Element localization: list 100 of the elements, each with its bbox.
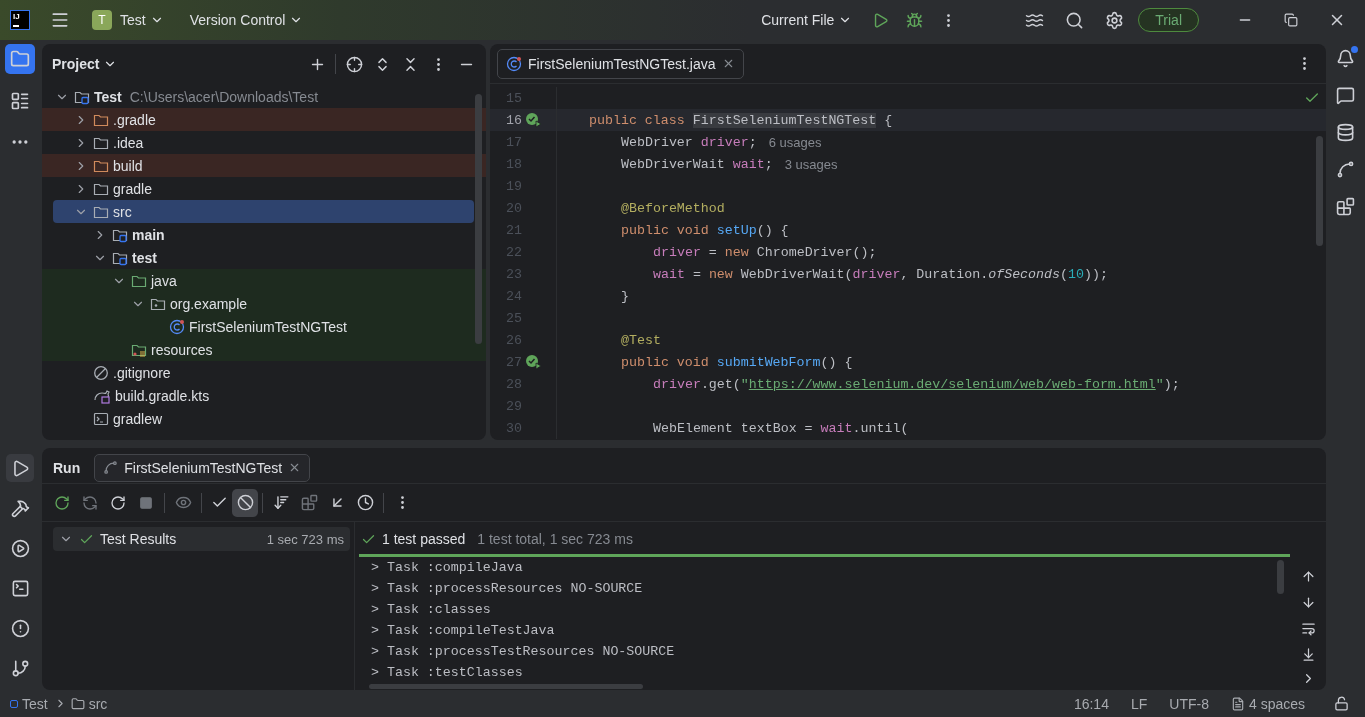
number-literal: 10 [1068,266,1084,282]
project-view-dropdown[interactable]: Project [52,56,118,72]
path-hint: C:\Users\acer\Downloads\Test [129,88,319,105]
project-tool-icon[interactable] [5,44,35,74]
console-line: > Task :processTestResources NO-SOURCE [371,643,675,661]
field-name: wait [820,420,853,436]
tree-item[interactable]: test [42,246,486,269]
trial-button[interactable]: Trial [1138,8,1199,32]
keyword: new [708,266,734,282]
code-text: )); [1083,266,1108,282]
run-test-icon[interactable] [525,354,543,370]
test-details: 1 test total, 1 sec 723 ms [477,531,633,547]
code-text: ( [1060,266,1068,282]
tree-item[interactable]: main [42,223,486,246]
run-title: Run [53,459,81,476]
code-text: ); [1163,376,1180,392]
tree-item[interactable]: gradlew [42,407,486,430]
field-name: driver [852,266,901,282]
show-ignored-icon[interactable] [232,488,258,517]
code-text: WebDriverWait [621,156,726,172]
console-line: > Task :compileTestJava [371,622,555,640]
code-text: WebElement textBox = [653,420,814,436]
ignore-icon [93,364,109,381]
run-config-dropdown[interactable]: Current File [755,6,859,34]
encoding[interactable]: UTF-8 [1163,695,1215,712]
code-text: WebDriverWait( [740,266,853,282]
code-text: .until( [852,420,909,436]
duration: 1 sec 723 ms [266,531,344,547]
code-text: .get( [700,376,741,392]
keyword: public void [621,222,710,238]
console-line: > Task :compileJava [371,559,523,577]
code-text: WebDriver [621,134,694,150]
method-name: submitWebForm [716,354,821,370]
console-line: > Task :processResources NO-SOURCE [371,580,643,598]
tree-item[interactable]: FirstSeleniumTestNGTest [42,315,486,338]
url-link[interactable]: https://www.selenium.dev/selenium/web/web-form.html [748,376,1156,392]
editor-tab[interactable]: FirstSeleniumTestNGTest.java [497,48,744,79]
scrollbar[interactable] [1316,136,1323,246]
tree-item[interactable]: src [53,200,474,223]
keyword: public void [621,354,710,370]
run-icon[interactable] [6,454,34,482]
tree-item[interactable]: .gitignore [42,361,486,384]
module-icon [10,699,18,708]
code-text: () { [756,222,789,238]
line-separator[interactable]: LF [1124,695,1154,712]
scrollbar[interactable] [475,94,482,344]
run-tab[interactable]: FirstSeleniumTestNGTest [94,453,311,482]
field-name: driver [700,134,749,150]
field-name: driver [653,244,701,260]
keyword: new [724,244,750,260]
string-quote: " [1155,376,1164,392]
test-summary: 1 test passed [382,531,466,547]
scrollbar[interactable] [1277,560,1284,594]
indent-setting[interactable]: 4 spaces [1224,695,1311,712]
code-text: , Duration. [900,266,989,282]
class-icon [169,318,185,335]
code-text: } [621,288,629,304]
tree-item[interactable]: org.example [42,292,486,315]
usages-hint[interactable]: 6 usages [768,134,822,150]
scrollbar[interactable] [369,684,643,689]
code-text: = [691,266,702,282]
code-text: ; [764,156,773,172]
console-line: > Task :classes [371,601,491,619]
breadcrumb-link[interactable]: Test [22,695,48,712]
tree-item[interactable]: build.gradle.kts [42,384,486,407]
line-number: 16 [505,112,522,128]
keyword: public class [589,112,686,128]
tree-item[interactable]: java [42,269,486,292]
code-text: ChromeDriver(); [756,244,877,260]
console-line: > Task :testClasses [371,664,523,682]
tree-item[interactable]: gradle [42,177,486,200]
code-text: ; [748,134,757,150]
field-name: wait [732,156,765,172]
tree-item[interactable]: build [42,154,486,177]
terminal-file-icon [93,410,109,427]
folder-icon [70,696,85,711]
class-name: FirstSeleniumTestNGTest [692,112,877,128]
code-text: () { [820,354,853,370]
caret-position[interactable]: 16:14 [1067,695,1115,712]
vcs-dropdown[interactable]: Version Control [183,6,310,34]
method-call: ofSeconds [988,266,1060,282]
tree-item[interactable]: resources [42,338,486,361]
app-logo: IJ [10,10,30,30]
field-name: wait [653,266,685,282]
annotation: @BeforeMethod [621,200,725,216]
method-name: setUp [716,222,757,238]
code-text: = [707,244,718,260]
project-badge: T [92,10,112,30]
breadcrumb-link[interactable]: src [88,695,108,712]
annotation: @Test [621,332,661,348]
test-results-item[interactable]: Test Results 1 sec 723 ms [53,527,350,551]
usages-hint[interactable]: 3 usages [784,156,838,172]
tree-item[interactable]: .gradle [42,108,486,131]
document-icon [1230,696,1245,711]
project-name-selector[interactable]: Test [114,6,170,34]
string-quote: " [740,376,749,392]
tree-item[interactable]: .idea [42,131,486,154]
code-text: { [883,112,893,128]
run-test-icon[interactable] [525,112,543,128]
tree-item[interactable]: Test C:\Users\acer\Downloads\Test [42,85,486,108]
